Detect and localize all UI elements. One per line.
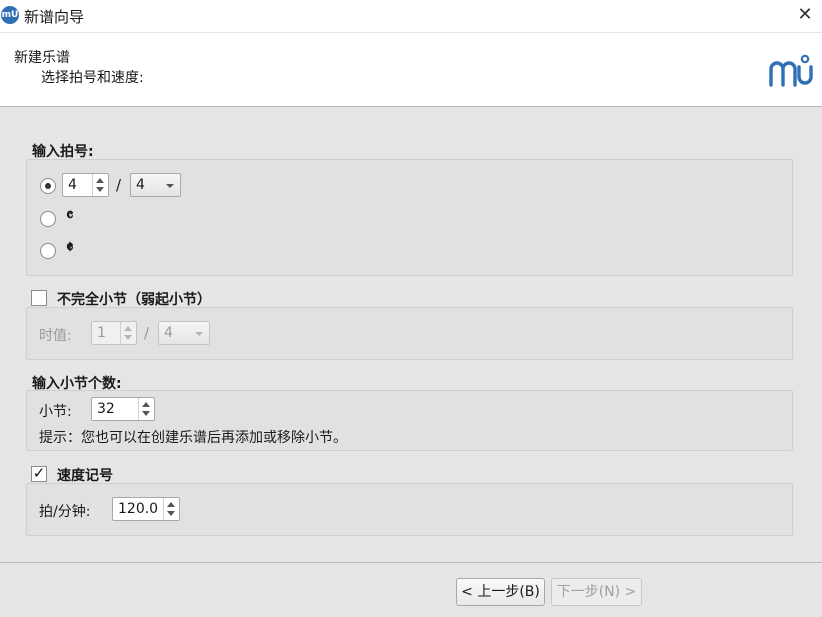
time-denominator-combo[interactable]: 4 [130,173,181,197]
time-numerator-value: 4 [68,177,77,193]
pickup-denominator-value: 4 [164,325,173,341]
spin-up-icon[interactable] [167,502,175,507]
radio-numeric-time[interactable] [40,178,56,194]
pickup-label: 不完全小节（弱起小节） [57,292,211,308]
common-time-icon: 𝄴 [66,206,74,226]
radio-cut-time[interactable] [40,243,56,259]
page-subtitle: 选择拍号和速度: [41,70,144,86]
cut-time-icon: 𝄵 [66,238,74,258]
next-button[interactable]: 下一步(N) > [551,578,642,606]
time-denominator-value: 4 [136,177,145,193]
chevron-down-icon [166,184,174,188]
tempo-bpm-label: 拍/分钟: [39,504,91,520]
checkmark-icon: ✓ [32,464,46,482]
pickup-numerator-value: 1 [97,325,106,341]
spin-down-icon[interactable] [142,411,150,416]
spin-up-icon[interactable] [142,402,150,407]
chevron-down-icon [195,332,203,336]
musescore-logo-icon [769,54,813,87]
title-bar: mU 新谱向导 ✕ [0,0,822,32]
pickup-checkbox[interactable] [31,290,47,306]
wizard-header: 新建乐谱 选择拍号和速度: [0,32,822,107]
time-signature-group-title: 输入拍号: [32,144,94,160]
pickup-separator: / [144,324,150,342]
tempo-bpm-spinbox[interactable]: 120.0 [112,497,180,521]
measures-value: 32 [97,401,115,417]
pickup-numerator-spinbox[interactable]: 1 [91,321,137,345]
wizard-footer: < 上一步(B) 下一步(N) > [0,562,822,617]
pickup-group [26,307,793,360]
close-icon: ✕ [797,4,813,25]
app-icon: mU [1,6,19,24]
pickup-duration-label: 时值: [39,328,72,344]
spin-up-icon[interactable] [124,326,132,331]
window-title: 新谱向导 [24,8,85,26]
measures-spinbox[interactable]: 32 [91,397,155,421]
spin-up-icon[interactable] [96,178,104,183]
tempo-checkbox[interactable]: ✓ [31,466,47,482]
page-title: 新建乐谱 [14,50,70,66]
close-button[interactable]: ✕ [794,4,816,26]
spin-down-icon[interactable] [124,335,132,340]
tempo-label: 速度记号 [57,468,113,484]
measures-hint: 提示：您也可以在创建乐谱后再添加或移除小节。 [39,430,347,446]
back-button[interactable]: < 上一步(B) [456,578,545,606]
tempo-bpm-value: 120.0 [118,501,159,517]
time-numerator-spinbox[interactable]: 4 [62,173,109,197]
measures-label: 小节: [39,404,72,420]
pickup-denominator-combo[interactable]: 4 [158,321,210,345]
time-separator: / [116,176,122,194]
spin-down-icon[interactable] [96,187,104,192]
spin-down-icon[interactable] [167,511,175,516]
wizard-content: 输入拍号: 4 / 4 𝄴 𝄵 不完全小节（弱起小节） 时值: 1 / 4 输入… [0,107,822,562]
radio-common-time[interactable] [40,211,56,227]
